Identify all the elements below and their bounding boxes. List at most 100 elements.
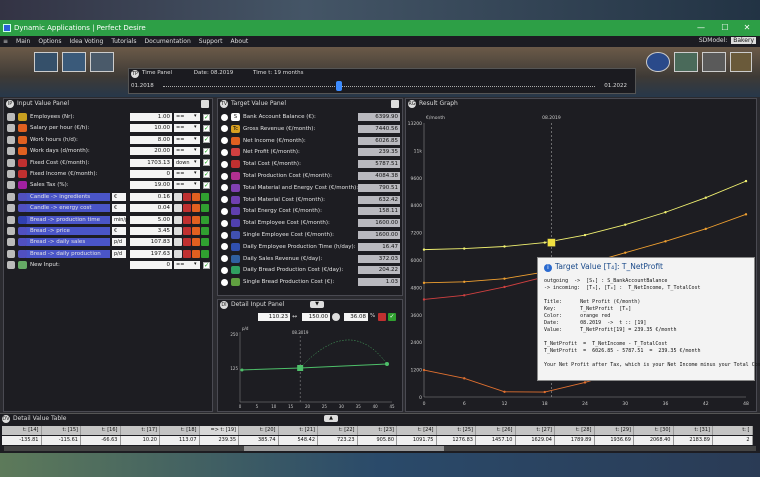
input-value-field[interactable]: 8.00 [130,135,172,144]
menu-main[interactable]: Main [16,38,30,45]
target-radio[interactable] [221,160,228,168]
edit-icon[interactable] [7,238,15,247]
table-header-cell[interactable]: t: [22] [318,426,358,435]
table-header-cell[interactable]: t: [27] [515,426,555,435]
edit-icon[interactable] [7,192,15,201]
input-value-field[interactable]: 0.16 [130,192,172,201]
table-scrollbar[interactable] [4,446,756,451]
target-radio[interactable] [221,278,228,286]
target-radio[interactable] [221,243,228,251]
edit-icon[interactable] [201,100,209,108]
edit-icon[interactable] [7,170,15,178]
time-slider-thumb[interactable] [335,81,342,91]
menu-idea-voting[interactable]: Idea Voting [70,38,104,45]
target-radio[interactable] [221,196,228,204]
thumbnail-5[interactable] [674,52,698,72]
detail-high-input[interactable]: 150.00 [302,313,330,321]
time-slider-track[interactable] [163,86,595,87]
reset-icon[interactable] [378,313,386,321]
target-radio[interactable] [221,113,228,121]
table-header-cell[interactable]: t: [ [713,426,753,435]
table-header-cell[interactable]: t: [16] [81,426,121,435]
edit-icon[interactable] [7,113,15,121]
table-scrollbar-thumb[interactable] [244,446,444,451]
input-value-field[interactable]: 3.45 [130,227,172,235]
checkbox[interactable]: ✓ [203,113,210,121]
input-value-field[interactable]: 0 [130,170,172,178]
apply-icon[interactable] [201,215,209,224]
table-header-cell[interactable]: t: [17] [120,426,160,435]
detail-input-chart[interactable]: p/d 250 125 0 5 10 15 20 25 30 35 40 45 08.2019 [220,324,400,410]
adjust-icon[interactable] [192,238,200,247]
target-radio[interactable] [221,255,228,263]
reset-icon[interactable] [183,215,191,224]
input-value-field[interactable]: 20.00 [130,147,172,156]
table-header-cell[interactable]: t: [15] [41,426,81,435]
apply-icon[interactable] [201,238,209,247]
checkbox[interactable]: ✓ [203,170,210,178]
menu-tutorials[interactable]: Tutorials [111,38,136,45]
table-header-cell[interactable]: => t: [19] [199,426,239,435]
menu-about[interactable]: About [230,38,248,45]
target-radio[interactable] [221,266,228,274]
thumbnail-6[interactable] [702,52,726,72]
adjust-icon[interactable] [192,204,200,213]
checkbox[interactable]: ✓ [203,124,210,132]
target-radio[interactable] [221,231,228,239]
table-header-cell[interactable]: t: [31] [673,426,713,435]
input-value-field[interactable]: 10.00 [130,124,172,133]
reset-icon[interactable] [183,227,191,235]
select-icon[interactable] [174,204,182,213]
table-header-cell[interactable]: t: [20] [239,426,279,435]
input-value-field[interactable]: 5.00 [130,215,172,224]
maximize-icon[interactable]: ☐ [714,20,736,36]
edit-icon[interactable] [7,204,15,213]
select-icon[interactable] [174,215,182,224]
table-header-cell[interactable]: t: [24] [397,426,437,435]
table-header-cell[interactable]: t: [26] [476,426,516,435]
apply-check-icon[interactable]: ✓ [388,313,396,321]
step-toggle-icon[interactable] [332,313,340,321]
table-header-cell[interactable]: t: [25] [436,426,476,435]
select-icon[interactable] [174,192,182,201]
input-value-field[interactable]: 19.00 [130,181,172,190]
table-header-cell[interactable]: t: [14] [2,426,42,435]
adjust-icon[interactable] [192,227,200,235]
target-radio[interactable] [221,137,228,145]
edit-icon[interactable] [7,215,15,224]
input-value-field[interactable]: 1.00 [130,113,172,121]
detail-low-input[interactable]: 110.23 [258,313,290,321]
edit-icon[interactable] [7,249,15,258]
globe-icon[interactable] [646,52,670,72]
thumbnail-2[interactable] [62,52,86,72]
collapse-icon[interactable]: ▼ [310,301,324,308]
target-radio[interactable] [221,172,228,180]
table-header-cell[interactable]: t: [23] [357,426,397,435]
target-radio[interactable] [221,207,228,215]
edit-icon[interactable] [7,135,15,144]
minimize-icon[interactable]: — [690,20,712,36]
expand-icon[interactable]: ▲ [324,415,338,422]
adjust-icon[interactable] [192,215,200,224]
input-value-field[interactable]: 1703.13 [130,158,172,167]
adjust-icon[interactable] [192,249,200,258]
thumbnail-3[interactable] [90,52,114,72]
checkbox[interactable]: ✓ [203,159,210,167]
checkbox[interactable]: ✓ [203,136,210,144]
edit-icon[interactable] [391,100,399,108]
menu-documentation[interactable]: Documentation [145,38,191,45]
edit-icon[interactable] [7,227,15,235]
thumbnail-1[interactable] [34,52,58,72]
menu-support[interactable]: Support [199,38,223,45]
model-selector[interactable]: Bakery [731,37,756,44]
target-radio[interactable] [221,219,228,227]
apply-icon[interactable] [201,192,209,201]
reset-icon[interactable] [183,238,191,247]
close-icon[interactable]: ✕ [736,20,758,36]
thumbnail-7[interactable] [730,52,752,72]
select-icon[interactable] [174,227,182,235]
apply-icon[interactable] [201,227,209,235]
input-value-field[interactable]: 0 [130,261,172,270]
table-header-cell[interactable]: t: [29] [594,426,634,435]
table-header-cell[interactable]: t: [30] [634,426,674,435]
